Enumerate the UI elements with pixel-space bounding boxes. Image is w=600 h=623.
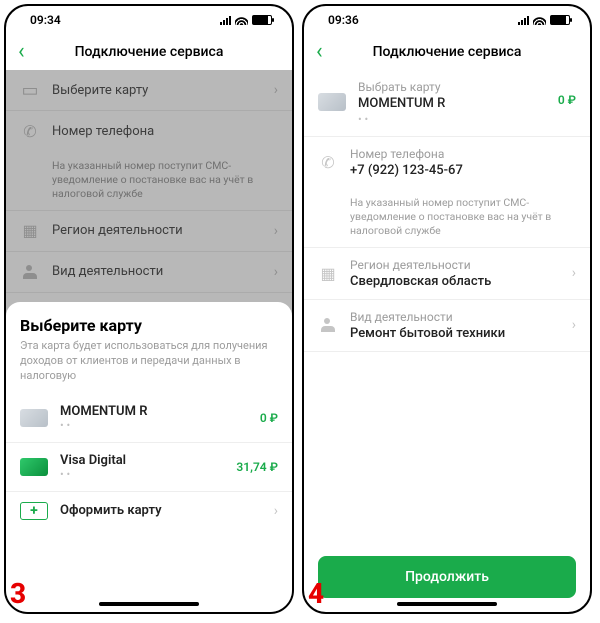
- status-bar: 09:36: [304, 6, 590, 34]
- card-thumb-icon: [20, 458, 48, 476]
- card-option-visa[interactable]: Visa Digital • • 31,74 ₽: [6, 443, 292, 492]
- status-icons: [518, 15, 570, 25]
- battery-icon: [550, 15, 570, 25]
- card-balance: 0 ₽: [260, 411, 278, 425]
- status-icons: [220, 15, 272, 25]
- card-picker-sheet: Выберите карту Эта карта будет использов…: [6, 302, 292, 612]
- screen-title: Подключение сервиса: [6, 44, 292, 60]
- chevron-right-icon: ›: [274, 503, 278, 519]
- phone-icon: [318, 153, 338, 173]
- wifi-icon: [533, 15, 546, 25]
- screen-header: ‹ Подключение сервиса: [304, 34, 590, 70]
- sheet-description: Эта карта будет использоваться для получ…: [6, 339, 292, 394]
- phone-step-3: 09:34 ‹ Подключение сервиса Выберите кар…: [4, 4, 294, 614]
- screen-header: ‹ Подключение сервиса: [6, 34, 292, 70]
- phone-step-4: 09:36 ‹ Подключение сервиса Выбрать карт…: [302, 4, 592, 614]
- back-button[interactable]: ‹: [18, 41, 25, 63]
- status-time: 09:34: [30, 13, 61, 27]
- home-indicator[interactable]: [397, 602, 497, 606]
- back-button[interactable]: ‹: [316, 41, 323, 63]
- card-thumb-icon: [20, 409, 48, 427]
- signal-icon: [518, 15, 529, 25]
- screen-title: Подключение сервиса: [304, 44, 590, 60]
- step-badge: 3: [10, 577, 26, 610]
- add-card-icon: +: [20, 502, 48, 520]
- activity-row[interactable]: Вид деятельности Ремонт бытовой техники …: [304, 300, 590, 352]
- continue-button[interactable]: Продолжить: [318, 556, 576, 598]
- wifi-icon: [235, 15, 248, 25]
- step-badge: 4: [308, 577, 324, 610]
- status-time: 09:36: [328, 13, 359, 27]
- sms-note: На указанный номер поступит СМС-уведомле…: [304, 188, 590, 248]
- signal-icon: [220, 15, 231, 25]
- selected-card-row[interactable]: Выбрать карту MOMENTUM R • • 0 ₽: [304, 70, 590, 137]
- status-bar: 09:34: [6, 6, 292, 34]
- person-icon: [318, 315, 338, 335]
- card-balance: 0 ₽: [558, 93, 576, 107]
- sheet-title: Выберите карту: [6, 302, 292, 339]
- card-option-momentum[interactable]: MOMENTUM R • • 0 ₽: [6, 394, 292, 443]
- card-balance: 31,74 ₽: [236, 460, 278, 474]
- card-thumb-icon: [318, 93, 346, 111]
- home-indicator[interactable]: [99, 602, 199, 606]
- chevron-right-icon: ›: [572, 317, 576, 333]
- map-icon: ▦: [318, 263, 338, 283]
- chevron-right-icon: ›: [572, 265, 576, 281]
- battery-icon: [252, 15, 272, 25]
- phone-number-row[interactable]: Номер телефона +7 (922) 123-45-67: [304, 137, 590, 188]
- region-row[interactable]: ▦ Регион деятельности Свердловская облас…: [304, 248, 590, 300]
- add-card-row[interactable]: + Оформить карту ›: [6, 492, 292, 530]
